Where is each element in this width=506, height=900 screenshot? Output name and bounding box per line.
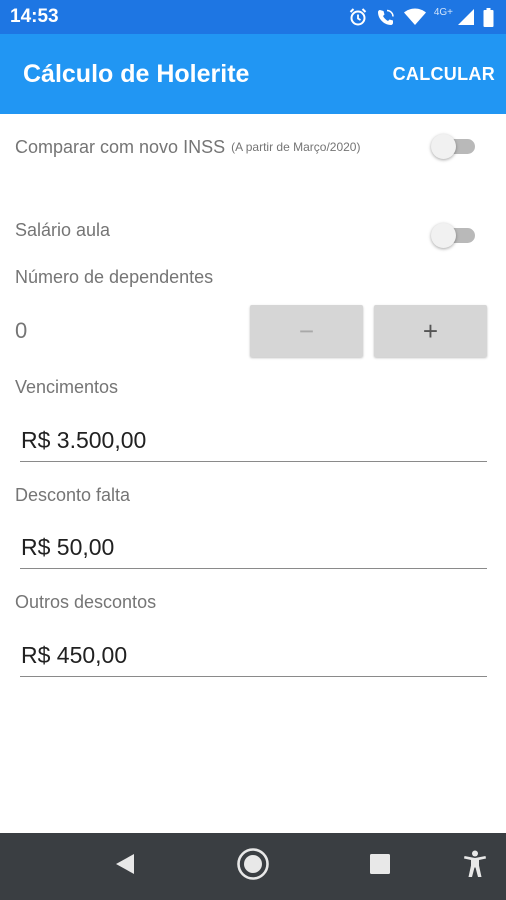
outros-descontos-input[interactable] [20, 636, 488, 674]
compare-inss-label: Comparar com novo INSS (A partir de Março… [15, 137, 360, 158]
decrement-button[interactable]: − [250, 305, 363, 357]
dependentes-value: 0 [15, 318, 28, 343]
desconto-falta-input[interactable] [20, 528, 488, 566]
app-bar: Cálculo de Holerite CALCULAR [0, 34, 506, 114]
back-button[interactable] [100, 833, 150, 900]
vencimentos-field [20, 421, 488, 462]
compare-inss-switch[interactable] [431, 131, 477, 161]
minus-icon: − [298, 315, 315, 346]
wifi-icon [403, 8, 426, 26]
recents-icon [369, 853, 391, 880]
vencimentos-input[interactable] [20, 421, 488, 459]
accessibility-icon [463, 850, 487, 883]
outros-descontos-label: Outros descontos [15, 592, 157, 612]
plus-icon: + [422, 315, 439, 346]
increment-button[interactable]: + [374, 305, 487, 357]
network-type-label: 4G+ [433, 6, 453, 18]
alarm-icon [348, 7, 368, 27]
calcular-button[interactable]: CALCULAR [393, 64, 495, 85]
switch-thumb [431, 223, 456, 248]
wifi-call-icon [376, 7, 396, 27]
vencimentos-label: Vencimentos [15, 377, 119, 397]
navigation-bar [0, 833, 506, 900]
accessibility-button[interactable] [450, 833, 500, 900]
home-icon [236, 847, 270, 886]
home-button[interactable] [228, 833, 278, 900]
salario-aula-switch[interactable] [431, 220, 477, 250]
status-icons: 4G+ [348, 7, 494, 27]
page-title: Cálculo de Holerite [23, 59, 250, 88]
desconto-falta-field [20, 528, 488, 569]
status-bar: 14:53 4G+ [0, 0, 506, 34]
compare-inss-text: Comparar com novo INSS [15, 137, 226, 157]
salario-aula-label: Salário aula [15, 220, 111, 240]
outros-descontos-field [20, 636, 488, 677]
switch-thumb [431, 134, 456, 159]
dependentes-label: Número de dependentes [15, 267, 214, 287]
compare-inss-note: (A partir de Março/2020) [231, 140, 361, 154]
battery-icon [483, 7, 494, 27]
signal-icon [457, 8, 475, 26]
status-time: 14:53 [10, 6, 59, 27]
recents-button[interactable] [355, 833, 405, 900]
desconto-falta-label: Desconto falta [15, 485, 131, 505]
back-icon [114, 852, 136, 881]
